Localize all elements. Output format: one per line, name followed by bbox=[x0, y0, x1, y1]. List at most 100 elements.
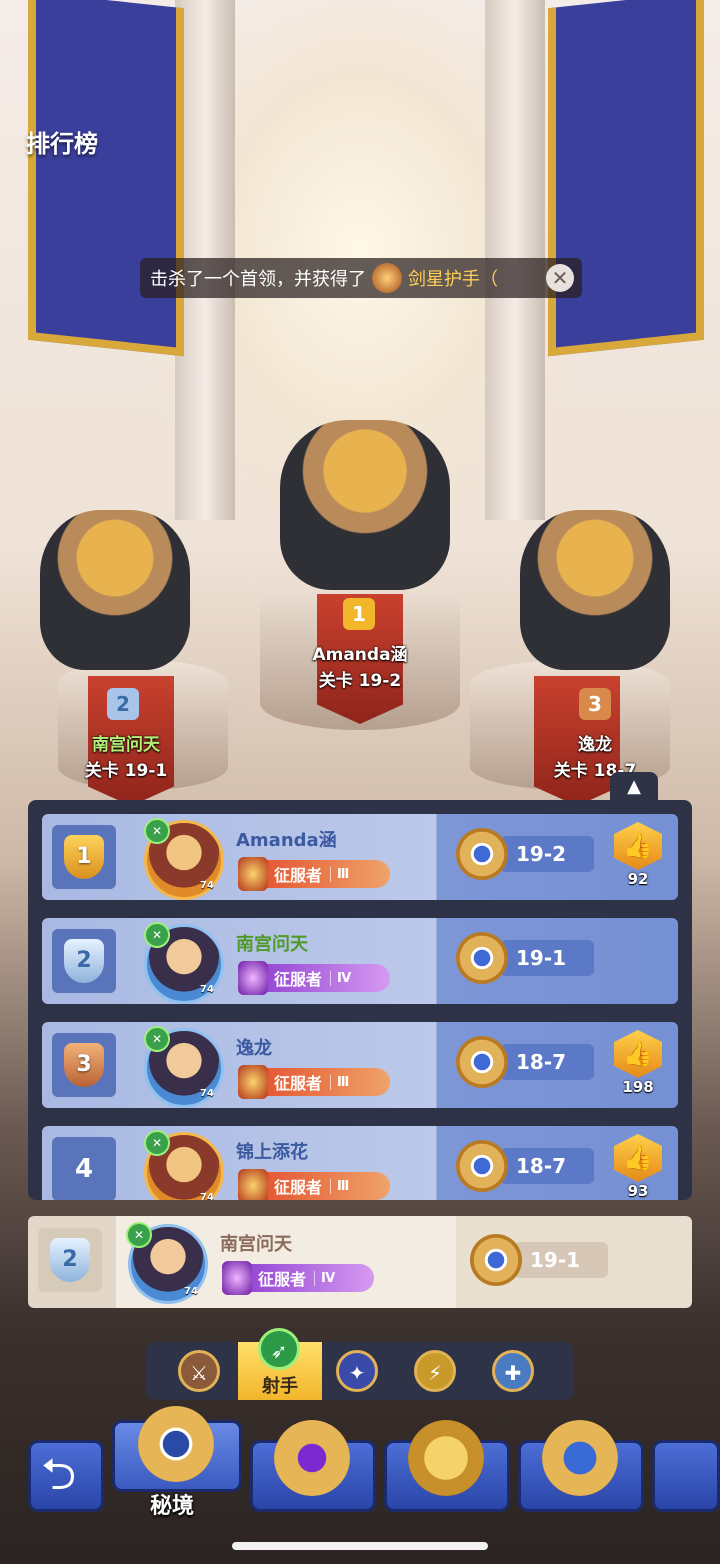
bottom-nav: ⮌ 秘境 bbox=[0, 1406, 720, 1520]
player-level: 74 bbox=[184, 1286, 198, 1297]
warrior-axe-icon[interactable]: ⚔ bbox=[178, 1350, 220, 1392]
rank-badge-2: 2 bbox=[107, 688, 139, 720]
title-tier: Ⅲ bbox=[330, 1178, 349, 1194]
rank-badge-3: 3 bbox=[579, 688, 611, 720]
archer-class-icon: ✕ bbox=[144, 1130, 170, 1156]
purple-gem-icon bbox=[274, 1420, 350, 1496]
home-indicator[interactable] bbox=[232, 1542, 488, 1550]
title-text: 征服者 bbox=[274, 866, 323, 885]
stage-emblem-icon bbox=[456, 1036, 508, 1088]
like-count: 93 bbox=[627, 1182, 649, 1200]
like-count: 198 bbox=[622, 1078, 654, 1096]
nav-tab-label: 秘境 bbox=[150, 1494, 195, 1519]
hero-second[interactable] bbox=[40, 510, 190, 670]
rank-cell: 1 bbox=[52, 825, 116, 889]
podium-name-first: Amanda涵 bbox=[312, 645, 408, 665]
nav-tab-more[interactable] bbox=[652, 1440, 720, 1512]
title-text: 征服者 bbox=[274, 1178, 323, 1197]
back-arrow-icon: ⮌ bbox=[41, 1449, 77, 1500]
rank-number: 4 bbox=[74, 1154, 94, 1184]
leaderboard-list[interactable]: 1 ✕ 74 Amanda涵 征服者 Ⅲ 19-2 👍 92 2 ✕ 74 南宫… bbox=[28, 800, 692, 1200]
gauntlet-item-icon bbox=[372, 263, 402, 293]
title-tier: Ⅲ bbox=[330, 1074, 349, 1090]
screen-title: 排行榜 bbox=[26, 130, 98, 158]
hanging-banner-left bbox=[28, 0, 184, 357]
archer-bow-icon[interactable]: ➶ bbox=[258, 1328, 300, 1370]
player-name: Amanda涵 bbox=[236, 830, 337, 851]
stage-value: 18-7 bbox=[500, 1148, 594, 1184]
like-thumb-icon[interactable]: 👍 bbox=[614, 1134, 662, 1182]
stage-emblem-icon bbox=[456, 1140, 508, 1192]
player-level: 74 bbox=[200, 880, 214, 891]
conqueror-emblem-icon bbox=[222, 1261, 252, 1295]
archer-class-icon: ✕ bbox=[126, 1222, 152, 1248]
crown-icon bbox=[408, 1420, 484, 1496]
title-tier: Ⅲ bbox=[330, 866, 349, 882]
stage-emblem-icon bbox=[470, 1234, 522, 1286]
rank-cell: 3 bbox=[52, 1033, 116, 1097]
like-thumb-icon[interactable]: 👍 bbox=[614, 822, 662, 870]
table-row[interactable]: 3 ✕ 74 逸龙 征服者 Ⅲ 18-7 👍 198 bbox=[42, 1022, 678, 1108]
title-badge: 征服者 Ⅲ bbox=[238, 1065, 390, 1099]
player-level: 74 bbox=[200, 1088, 214, 1099]
table-row[interactable]: 1 ✕ 74 Amanda涵 征服者 Ⅲ 19-2 👍 92 bbox=[42, 814, 678, 900]
secret-realm-icon bbox=[138, 1406, 214, 1482]
my-rank-row[interactable]: 2 ✕ 74 南宫问天 征服者 Ⅳ 19-1 bbox=[28, 1216, 692, 1308]
player-name: 锦上添花 bbox=[236, 1142, 308, 1163]
priest-cross-icon[interactable]: ✚ bbox=[492, 1350, 534, 1392]
class-filter-bar: ⚔ ➶ 射手 ✦ ⚡ ✚ bbox=[146, 1328, 574, 1400]
stage-value: 18-7 bbox=[500, 1044, 594, 1080]
assassin-blade-icon[interactable]: ⚡ bbox=[414, 1350, 456, 1392]
close-icon[interactable]: ✕ bbox=[546, 264, 574, 292]
loot-notice-banner: 击杀了一个首领，并获得了 剑星护手（ ✕ bbox=[140, 258, 582, 298]
archer-class-icon: ✕ bbox=[144, 922, 170, 948]
title-text: 征服者 bbox=[274, 1074, 323, 1093]
podium-stage-second: 关卡 19-1 bbox=[84, 761, 168, 781]
collapse-chevron-up-icon[interactable]: ▲ bbox=[610, 772, 658, 802]
podium-name-second: 南宫问天 bbox=[92, 735, 160, 755]
title-tier: Ⅳ bbox=[330, 970, 351, 986]
conqueror-emblem-icon bbox=[238, 961, 268, 995]
star-compass-icon bbox=[542, 1420, 618, 1496]
stage-value: 19-1 bbox=[514, 1242, 608, 1278]
player-name: 南宫问天 bbox=[236, 934, 308, 955]
back-button[interactable]: ⮌ bbox=[28, 1440, 104, 1512]
like-count: 92 bbox=[627, 870, 649, 888]
rank-badge-1: 1 bbox=[343, 598, 375, 630]
stage-emblem-icon bbox=[456, 828, 508, 880]
table-row[interactable]: 2 ✕ 74 南宫问天 征服者 Ⅳ 19-1 bbox=[42, 918, 678, 1004]
archer-class-icon: ✕ bbox=[144, 818, 170, 844]
stage-emblem-icon bbox=[456, 932, 508, 984]
notice-text: 击杀了一个首领，并获得了 bbox=[150, 269, 366, 290]
notice-item-name: 剑星护手（ bbox=[408, 269, 498, 290]
hanging-banner-right bbox=[548, 0, 704, 357]
mage-staff-icon[interactable]: ✦ bbox=[336, 1350, 378, 1392]
title-badge: 征服者 Ⅳ bbox=[222, 1261, 374, 1295]
table-row[interactable]: 4 ✕ 74 锦上添花 征服者 Ⅲ 18-7 👍 93 bbox=[42, 1126, 678, 1200]
podium-name-third: 逸龙 bbox=[578, 735, 612, 755]
rank-cell: 4 bbox=[52, 1137, 116, 1200]
title-text: 征服者 bbox=[258, 1270, 307, 1289]
gold-rank-shield-icon: 1 bbox=[64, 835, 104, 879]
title-text: 征服者 bbox=[274, 970, 323, 989]
title-badge: 征服者 Ⅳ bbox=[238, 961, 390, 995]
title-badge: 征服者 Ⅲ bbox=[238, 1169, 390, 1200]
conqueror-emblem-icon bbox=[238, 1065, 268, 1099]
player-level: 74 bbox=[200, 984, 214, 995]
hero-first[interactable] bbox=[280, 420, 450, 590]
player-name: 南宫问天 bbox=[220, 1234, 292, 1255]
player-level: 74 bbox=[200, 1192, 214, 1200]
rank-cell: 2 bbox=[52, 929, 116, 993]
silver-rank-shield-icon: 2 bbox=[64, 939, 104, 983]
like-thumb-icon[interactable]: 👍 bbox=[614, 1030, 662, 1078]
bronze-rank-shield-icon: 3 bbox=[64, 1043, 104, 1087]
class-filter-active[interactable]: ➶ 射手 bbox=[238, 1328, 322, 1400]
archer-class-icon: ✕ bbox=[144, 1026, 170, 1052]
class-filter-label: 射手 bbox=[262, 1376, 298, 1397]
conqueror-emblem-icon bbox=[238, 857, 268, 891]
hero-third[interactable] bbox=[520, 510, 670, 670]
rank-cell: 2 bbox=[38, 1228, 102, 1292]
title-badge: 征服者 Ⅲ bbox=[238, 857, 390, 891]
silver-rank-shield-icon: 2 bbox=[50, 1238, 90, 1282]
conqueror-emblem-icon bbox=[238, 1169, 268, 1200]
